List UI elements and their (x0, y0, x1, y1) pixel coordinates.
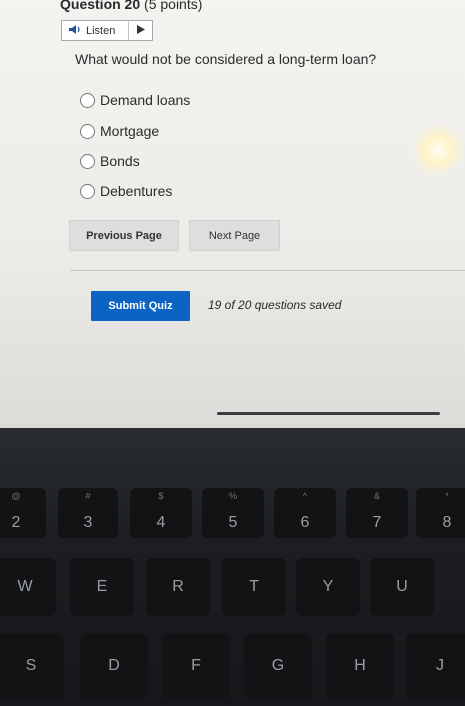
question-prompt: What would not be considered a long-term… (75, 51, 377, 67)
key-symbol: % (228, 491, 237, 501)
question-number: Question 20 (60, 0, 141, 12)
key-5[interactable]: % 5 (202, 488, 264, 538)
question-header: Question 20 (5 points) (60, 0, 202, 12)
radio-button[interactable] (80, 183, 95, 199)
option-label: Mortgage (100, 123, 160, 139)
next-page-button[interactable]: Next Page (189, 220, 280, 251)
speaker-icon (68, 24, 82, 38)
option-bonds[interactable]: Bonds (80, 153, 140, 169)
question-points: (5 points) (144, 0, 203, 12)
key-s[interactable]: S (0, 633, 64, 699)
key-h[interactable]: H (326, 633, 394, 699)
key-digit: 8 (442, 514, 452, 531)
radio-button[interactable] (80, 123, 95, 139)
submit-quiz-button[interactable]: Submit Quiz (91, 291, 190, 321)
key-symbol: @ (11, 491, 21, 501)
key-w[interactable]: W (0, 558, 56, 616)
key-d[interactable]: D (80, 633, 148, 699)
key-t[interactable]: T (222, 558, 286, 616)
option-label: Demand loans (100, 92, 191, 108)
listen-label: Listen (86, 24, 116, 37)
key-digit: 6 (300, 514, 310, 531)
key-y[interactable]: Y (296, 558, 360, 616)
divider (70, 270, 465, 271)
play-button[interactable] (129, 24, 152, 37)
option-label: Debentures (100, 183, 173, 199)
key-3[interactable]: # 3 (58, 488, 118, 538)
saved-status: 19 of 20 questions saved (208, 298, 342, 312)
key-symbol: & (373, 491, 380, 501)
key-g[interactable]: G (244, 633, 312, 699)
light-glare (412, 124, 464, 176)
key-r[interactable]: R (146, 558, 210, 616)
key-symbol: ^ (302, 491, 308, 501)
laptop-bezel-edge (217, 412, 440, 415)
option-mortgage[interactable]: Mortgage (80, 123, 159, 139)
key-6[interactable]: ^ 6 (274, 488, 336, 538)
key-symbol: # (85, 491, 91, 501)
previous-page-button[interactable]: Previous Page (69, 220, 179, 251)
listen-button[interactable]: Listen (61, 20, 153, 41)
key-digit: 7 (372, 514, 382, 531)
option-debentures[interactable]: Debentures (80, 183, 172, 199)
option-demand-loans[interactable]: Demand loans (80, 92, 190, 108)
key-symbol: * (445, 491, 449, 501)
key-8[interactable]: * 8 (416, 488, 465, 538)
radio-button[interactable] (80, 92, 95, 108)
key-digit: 5 (228, 514, 238, 531)
option-label: Bonds (100, 153, 140, 169)
key-j[interactable]: J (406, 633, 465, 699)
key-u[interactable]: U (370, 558, 434, 616)
key-4[interactable]: $ 4 (130, 488, 192, 538)
keyboard: @ 2 # 3 $ 4 % 5 ^ 6 & 7 * 8 W E R T Y U … (0, 428, 465, 706)
key-2[interactable]: @ 2 (0, 488, 46, 538)
key-7[interactable]: & 7 (346, 488, 408, 538)
key-symbol: $ (158, 491, 164, 501)
key-f[interactable]: F (162, 633, 230, 699)
key-digit: 2 (11, 514, 21, 531)
radio-button[interactable] (80, 153, 95, 169)
play-triangle-icon (136, 24, 145, 37)
key-digit: 4 (156, 514, 166, 531)
key-digit: 3 (83, 514, 93, 531)
quiz-screen: Question 20 (5 points) Listen What would… (0, 0, 465, 428)
key-e[interactable]: E (70, 558, 134, 616)
